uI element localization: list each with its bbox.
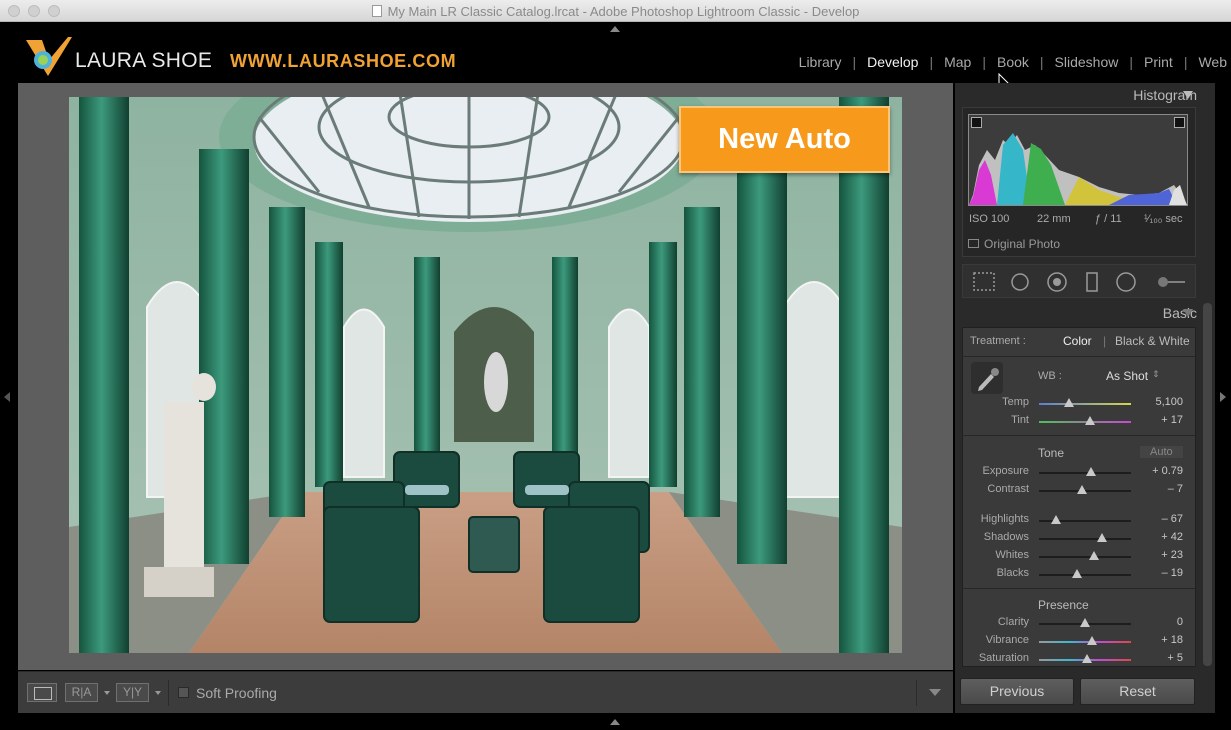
original-photo-checkbox[interactable] — [968, 239, 979, 248]
catalog-file-icon — [371, 5, 382, 17]
temp-value[interactable]: 5,100 — [1133, 396, 1183, 408]
temp-slider-thumb[interactable] — [1064, 398, 1075, 407]
reset-button[interactable]: Reset — [1080, 678, 1195, 705]
highlight-clipping-indicator[interactable] — [1174, 117, 1185, 128]
right-panel-collapse-arrow-icon[interactable] — [1220, 392, 1226, 402]
treatment-label: Treatment : — [970, 335, 1026, 347]
module-print[interactable]: Print — [1144, 54, 1173, 70]
blacks-slider-thumb[interactable] — [1071, 569, 1082, 578]
top-panel-collapse-arrow-icon[interactable] — [610, 26, 620, 32]
treatment-bw-option[interactable]: Black & White — [1115, 334, 1190, 348]
shadows-label: Shadows — [983, 531, 1029, 543]
identity-plate-name: LAURA SHOE — [75, 49, 213, 72]
tone-auto-button[interactable]: Auto — [1140, 446, 1183, 458]
whites-label: Whites — [995, 549, 1029, 561]
radial-filter-icon[interactable] — [1116, 272, 1136, 292]
module-web[interactable]: Web — [1198, 54, 1227, 70]
whites-value[interactable]: + 23 — [1133, 549, 1183, 561]
tone-section-label: Tone — [1038, 446, 1065, 460]
window-title: My Main LR Classic Catalog.lrcat - Adobe… — [0, 4, 1231, 19]
exif-shutter-speed: ¹⁄₁₀₀ sec — [1144, 213, 1183, 225]
wb-select[interactable]: As Shot — [1106, 369, 1148, 383]
saturation-slider-thumb[interactable] — [1081, 654, 1092, 663]
exposure-slider[interactable] — [1039, 472, 1131, 474]
swap-before-after-button[interactable]: Y|Y — [116, 683, 149, 702]
filmstrip-collapse-arrow-icon[interactable] — [610, 719, 620, 725]
graduated-filter-icon[interactable] — [1086, 272, 1098, 292]
before-after-dropdown-icon[interactable] — [104, 691, 110, 695]
tool-strip — [962, 264, 1196, 298]
shadows-slider-thumb[interactable] — [1097, 533, 1108, 542]
exif-iso: ISO 100 — [969, 213, 1010, 225]
module-map[interactable]: Map — [944, 54, 971, 70]
blacks-label: Blacks — [996, 567, 1029, 579]
clarity-slider-thumb[interactable] — [1080, 618, 1090, 627]
treatment-color-option[interactable]: Color — [1063, 334, 1092, 348]
soft-proofing-label: Soft Proofing — [196, 685, 277, 701]
toolbar-content-menu-icon[interactable] — [929, 689, 941, 696]
vibrance-value[interactable]: + 18 — [1133, 634, 1183, 646]
whites-slider-thumb[interactable] — [1089, 551, 1100, 560]
wb-select-arrows-icon[interactable]: ⇕ — [1152, 369, 1160, 380]
histogram-graph-icon — [969, 133, 1187, 205]
tint-value[interactable]: + 17 — [1133, 414, 1183, 426]
white-balance-eyedropper-icon[interactable] — [971, 362, 1003, 394]
module-develop[interactable]: Develop — [867, 54, 918, 70]
clarity-label: Clarity — [997, 616, 1029, 628]
shadows-slider[interactable] — [1039, 538, 1131, 540]
saturation-label: Saturation — [978, 652, 1029, 664]
presence-section-label: Presence — [1038, 598, 1089, 612]
tint-slider-thumb[interactable] — [1084, 416, 1095, 425]
exposure-slider-thumb[interactable] — [1086, 467, 1097, 476]
whites-slider[interactable] — [1039, 556, 1131, 558]
left-panel-expand-arrow-icon[interactable] — [4, 392, 10, 402]
exposure-label: Exposure — [982, 465, 1029, 477]
previous-button[interactable]: Previous — [960, 678, 1074, 705]
temp-label: Temp — [1002, 396, 1029, 408]
module-slideshow[interactable]: Slideshow — [1055, 54, 1119, 70]
soft-proofing-checkbox[interactable] — [178, 687, 189, 698]
window-title-bar: My Main LR Classic Catalog.lrcat - Adobe… — [0, 0, 1231, 22]
contrast-slider-thumb[interactable] — [1077, 485, 1088, 494]
clarity-value[interactable]: 0 — [1133, 616, 1183, 628]
histogram-collapse-icon[interactable] — [1183, 91, 1193, 99]
highlights-label: Highlights — [980, 513, 1029, 525]
develop-toolbar: R|A Y|Y Soft Proofing — [18, 671, 953, 713]
copy-settings-dropdown-icon[interactable] — [155, 691, 161, 695]
contrast-value[interactable]: – 7 — [1133, 483, 1183, 495]
laura-shoe-logo-icon — [26, 37, 72, 76]
module-picker: Library | Develop | Map | Book | Slidesh… — [798, 54, 1227, 70]
tint-label: Tint — [1011, 414, 1029, 426]
vibrance-slider[interactable] — [1039, 641, 1131, 643]
module-book[interactable]: Book — [997, 54, 1029, 70]
highlights-slider-thumb[interactable] — [1051, 515, 1062, 524]
crop-tool-icon[interactable] — [973, 272, 995, 291]
shadows-value[interactable]: + 42 — [1133, 531, 1183, 543]
module-library[interactable]: Library — [799, 54, 842, 70]
before-after-button[interactable]: R|A — [65, 683, 98, 702]
loupe-view-button[interactable] — [27, 683, 57, 702]
saturation-value[interactable]: + 5 — [1133, 652, 1183, 664]
vibrance-slider-thumb[interactable] — [1087, 636, 1098, 645]
basic-panel-collapse-icon[interactable] — [1183, 309, 1193, 317]
original-photo-label: Original Photo — [984, 237, 1061, 251]
exposure-value[interactable]: + 0.79 — [1133, 465, 1183, 477]
new-auto-overlay-badge: New Auto — [679, 106, 890, 173]
conservatory-photo-image — [69, 97, 902, 653]
wb-label: WB : — [1038, 370, 1062, 382]
photo-preview[interactable] — [69, 97, 902, 653]
exif-aperture: ƒ / 11 — [1095, 213, 1122, 225]
right-panel-scrollbar[interactable] — [1203, 303, 1212, 666]
histogram-plot[interactable] — [968, 114, 1188, 206]
blacks-slider[interactable] — [1039, 574, 1131, 576]
blacks-value[interactable]: – 19 — [1133, 567, 1183, 579]
temp-slider[interactable] — [1039, 403, 1131, 405]
spot-removal-tool-icon[interactable] — [1011, 273, 1029, 291]
highlights-value[interactable]: – 67 — [1133, 513, 1183, 525]
exif-focal-length: 22 mm — [1037, 213, 1071, 225]
vibrance-label: Vibrance — [985, 634, 1029, 646]
contrast-label: Contrast — [987, 483, 1029, 495]
shadow-clipping-indicator[interactable] — [971, 117, 982, 128]
identity-plate-url: WWW.LAURASHOE.COM — [230, 51, 457, 71]
